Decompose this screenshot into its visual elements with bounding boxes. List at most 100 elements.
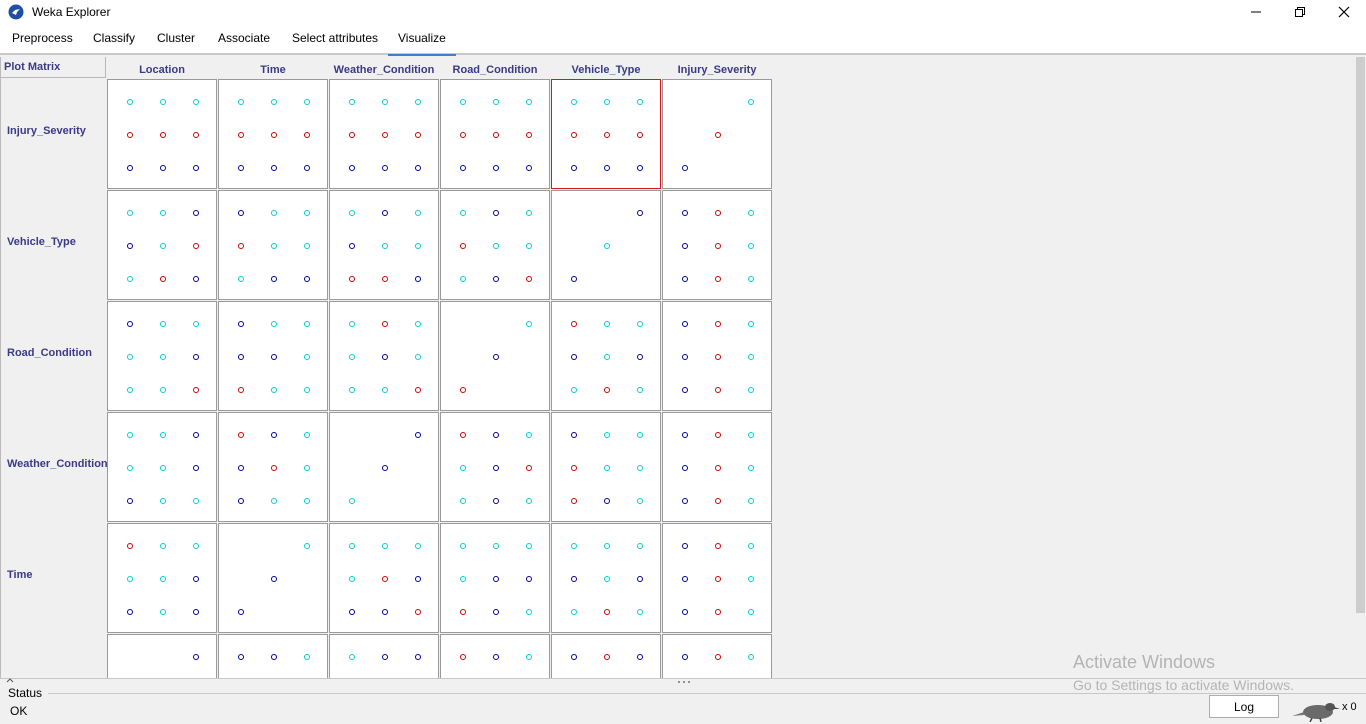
scatter-plot-cell[interactable]	[440, 412, 550, 522]
data-point	[682, 543, 688, 549]
data-point	[304, 210, 310, 216]
scatter-plot-cell[interactable]	[551, 634, 661, 678]
scatter-plot-cell[interactable]	[551, 523, 661, 633]
scatter-plot-cell[interactable]	[329, 412, 439, 522]
scatter-plot-cell[interactable]	[329, 523, 439, 633]
data-point	[682, 165, 688, 171]
data-point	[460, 276, 466, 282]
data-point	[748, 210, 754, 216]
data-point	[160, 576, 166, 582]
log-button[interactable]: Log	[1209, 695, 1279, 718]
data-point	[271, 387, 277, 393]
restore-button[interactable]	[1278, 0, 1322, 24]
data-point	[415, 99, 421, 105]
tab-cluster[interactable]: Cluster	[155, 31, 197, 55]
scatter-plot-cell[interactable]	[662, 190, 772, 300]
minimize-button[interactable]	[1234, 0, 1278, 24]
corner-divider	[105, 57, 106, 78]
data-point	[160, 321, 166, 327]
scatter-plot-cell[interactable]	[218, 634, 328, 678]
column-header: Time	[260, 64, 286, 76]
data-point	[349, 243, 355, 249]
tab-select-attributes[interactable]: Select attributes	[290, 31, 380, 55]
data-point	[604, 543, 610, 549]
chevron-up-icon[interactable]	[6, 677, 14, 683]
data-point	[571, 276, 577, 282]
data-point	[304, 132, 310, 138]
data-point	[193, 276, 199, 282]
data-point	[526, 321, 532, 327]
scatter-plot-cell[interactable]	[662, 412, 772, 522]
data-point	[193, 432, 199, 438]
scatter-plot-cell[interactable]	[107, 190, 217, 300]
scatter-plot-cell[interactable]	[107, 523, 217, 633]
scatter-plot-cell[interactable]	[107, 301, 217, 411]
data-point	[415, 387, 421, 393]
data-point	[415, 210, 421, 216]
scatter-plot-cell[interactable]	[551, 190, 661, 300]
data-point	[382, 576, 388, 582]
scatter-plot-cell[interactable]	[662, 301, 772, 411]
data-point	[526, 498, 532, 504]
scatter-plot-cell[interactable]	[107, 634, 217, 678]
data-point	[715, 276, 721, 282]
data-point	[460, 654, 466, 660]
scatter-plot-cell[interactable]	[218, 523, 328, 633]
scatter-plot-cell[interactable]	[329, 301, 439, 411]
data-point	[415, 576, 421, 582]
scatter-plot-cell[interactable]	[662, 79, 772, 189]
data-point	[637, 354, 643, 360]
data-point	[715, 432, 721, 438]
scatter-plot-cell[interactable]	[107, 412, 217, 522]
scatter-plot-cell[interactable]	[662, 634, 772, 678]
scatter-plot-cell[interactable]	[329, 79, 439, 189]
data-point	[382, 654, 388, 660]
tab-associate[interactable]: Associate	[216, 31, 272, 55]
data-point	[349, 132, 355, 138]
data-point	[748, 321, 754, 327]
data-point	[382, 165, 388, 171]
scatter-plot-cell[interactable]	[551, 412, 661, 522]
data-point	[571, 543, 577, 549]
data-point	[493, 543, 499, 549]
data-point	[382, 354, 388, 360]
data-point	[238, 321, 244, 327]
scatter-plot-cell[interactable]	[440, 301, 550, 411]
scatter-plot-cell[interactable]	[440, 79, 550, 189]
scrollbar-thumb[interactable]	[1356, 57, 1365, 613]
scatter-plot-cell[interactable]	[107, 79, 217, 189]
close-button[interactable]	[1322, 0, 1366, 24]
scatter-plot-cell[interactable]	[218, 412, 328, 522]
data-point	[238, 243, 244, 249]
data-point	[304, 354, 310, 360]
data-point	[193, 465, 199, 471]
tab-visualize[interactable]: Visualize	[388, 31, 456, 56]
scatter-plot-cell[interactable]	[329, 634, 439, 678]
data-point	[460, 465, 466, 471]
data-point	[748, 498, 754, 504]
scatter-plot-cell[interactable]	[218, 190, 328, 300]
tab-preprocess[interactable]: Preprocess	[10, 31, 75, 55]
data-point	[460, 543, 466, 549]
data-point	[304, 99, 310, 105]
data-point	[193, 132, 199, 138]
scatter-plot-cell[interactable]	[551, 79, 661, 189]
tab-classify[interactable]: Classify	[91, 31, 137, 55]
scatter-plot-cell[interactable]	[218, 301, 328, 411]
scatter-plot-cell[interactable]	[551, 301, 661, 411]
data-point	[349, 99, 355, 105]
scatter-plot-cell[interactable]	[440, 190, 550, 300]
data-point	[349, 609, 355, 615]
scatter-plot-cell[interactable]	[662, 523, 772, 633]
data-point	[382, 276, 388, 282]
scatter-plot-cell[interactable]	[218, 79, 328, 189]
scatter-plot-cell[interactable]	[329, 190, 439, 300]
data-point	[604, 132, 610, 138]
data-point	[271, 354, 277, 360]
scatter-plot-cell[interactable]	[440, 634, 550, 678]
data-point	[304, 243, 310, 249]
scatter-plot-cell[interactable]	[440, 523, 550, 633]
data-point	[193, 609, 199, 615]
data-point	[682, 387, 688, 393]
data-point	[271, 99, 277, 105]
